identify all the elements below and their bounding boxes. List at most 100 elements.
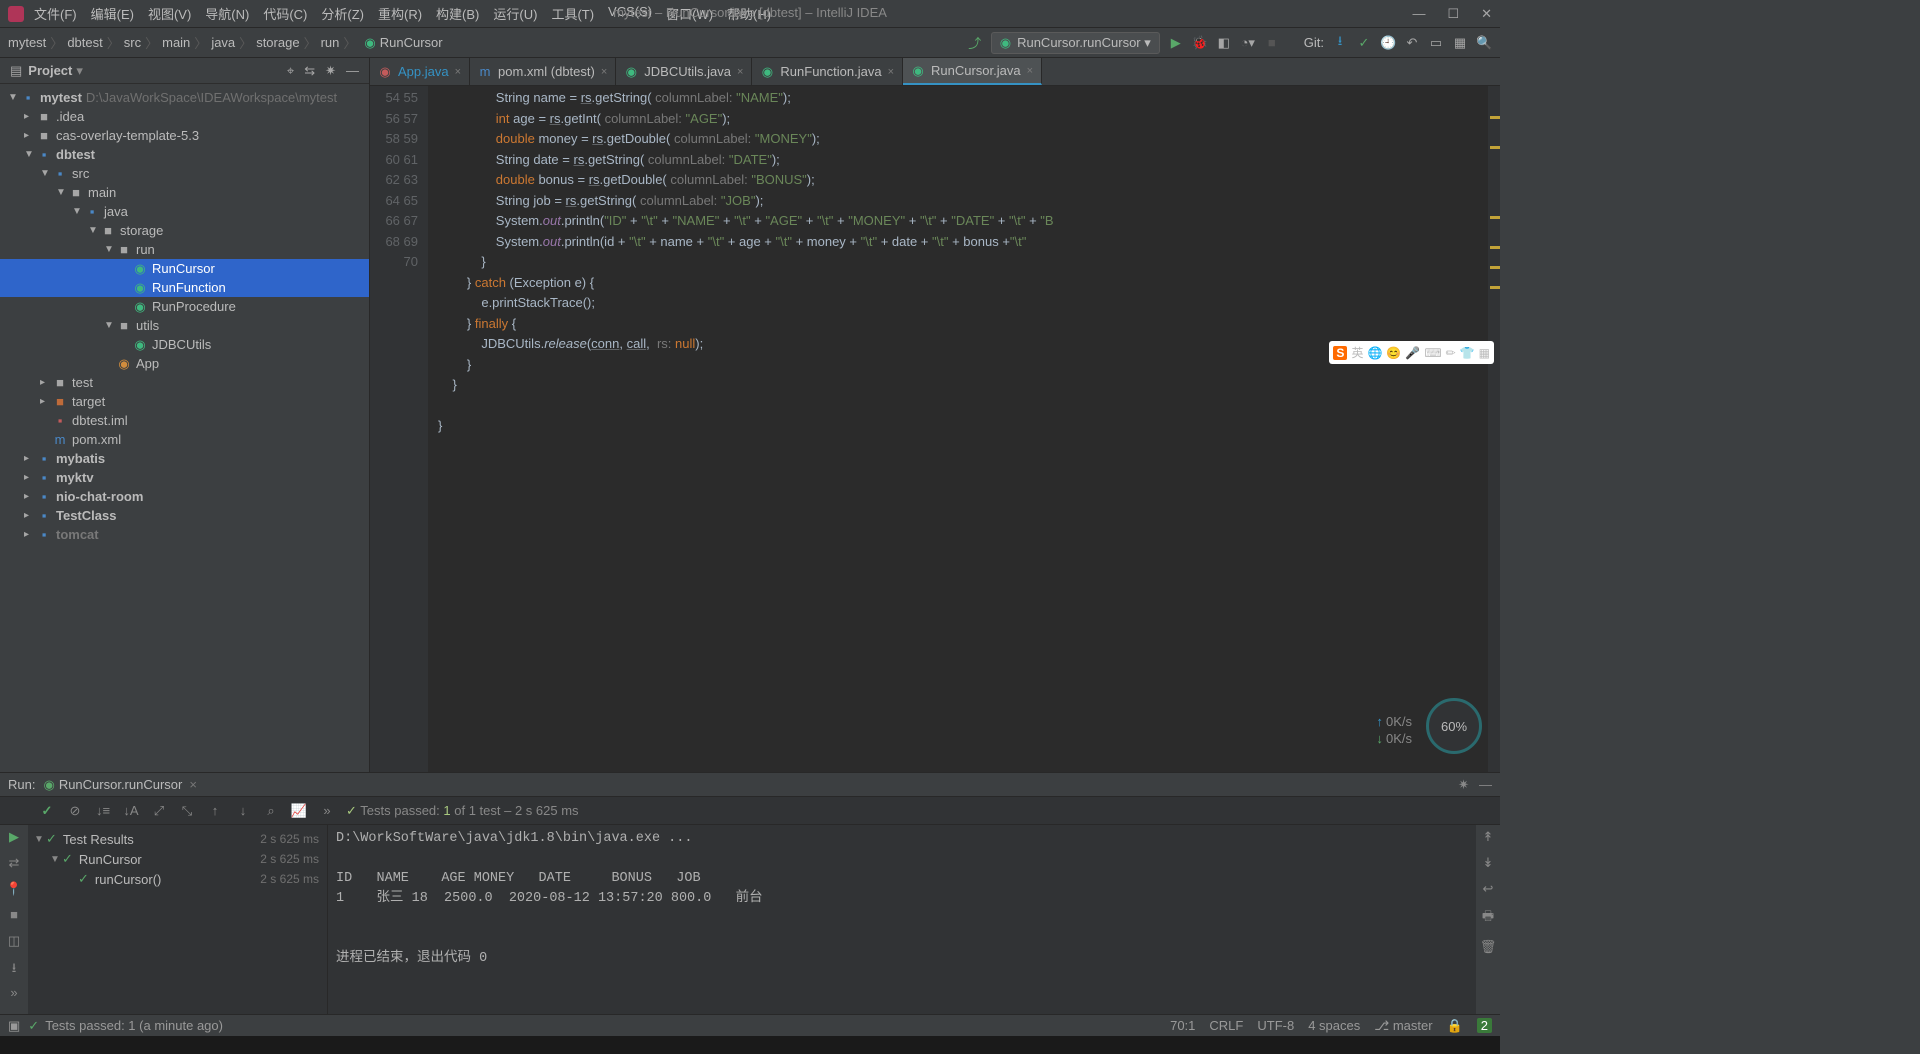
maximize-button[interactable]: ☐ xyxy=(1447,6,1459,22)
test-node[interactable]: ▼✓Test Results2 s 625 ms xyxy=(28,829,327,849)
collapse-icon[interactable]: ⤡ xyxy=(178,803,196,819)
menu-item[interactable]: 运行(U) xyxy=(493,4,537,23)
notifications-icon[interactable]: 2 xyxy=(1477,1018,1492,1033)
git-branch[interactable]: ⎇ master xyxy=(1374,1018,1432,1034)
tab-close-icon[interactable]: × xyxy=(1027,65,1033,77)
ide-settings-icon[interactable]: ▭ xyxy=(1428,35,1444,51)
sort-icon[interactable]: ↓≡ xyxy=(94,803,112,818)
marks-stripe[interactable] xyxy=(1488,86,1500,772)
run-config-tab[interactable]: ◉RunCursor.runCursor× xyxy=(43,777,196,793)
expand-all-icon[interactable]: ⇆ xyxy=(304,63,315,79)
lock-icon[interactable]: 🔒 xyxy=(1447,1018,1463,1034)
profile-button[interactable]: ◔▾ xyxy=(1240,35,1256,51)
run-config-combo[interactable]: RunCursor.runCursor ▾ xyxy=(991,32,1160,54)
dump-icon[interactable]: ⭳ xyxy=(12,959,17,975)
tree-node[interactable]: ◉JDBCUtils xyxy=(0,335,369,354)
close-button[interactable]: ✕ xyxy=(1481,6,1492,22)
tree-node[interactable]: ▼■run xyxy=(0,240,369,259)
expand-icon[interactable]: ⤢ xyxy=(150,803,168,819)
coverage-button[interactable]: ◧ xyxy=(1216,35,1232,51)
breadcrumb-item[interactable]: storage xyxy=(256,35,299,50)
test-tree[interactable]: ▼✓Test Results2 s 625 ms▼✓RunCursor2 s 6… xyxy=(28,825,328,1014)
more-icon[interactable]: » xyxy=(318,803,336,818)
settings-icon[interactable]: ✷ xyxy=(325,63,336,79)
code-editor[interactable]: 54 55 56 57 58 59 60 61 62 63 64 65 66 6… xyxy=(370,86,1500,772)
more2-icon[interactable]: » xyxy=(10,985,17,1001)
menu-item[interactable]: 构建(B) xyxy=(436,4,479,23)
soft-wrap-icon[interactable]: ↩ xyxy=(1483,881,1494,897)
tree-node[interactable]: ▸▪tomcat xyxy=(0,525,369,544)
git-history-icon[interactable]: 🕘 xyxy=(1380,35,1396,51)
layout-icon[interactable]: ◫ xyxy=(8,933,20,949)
tree-node[interactable]: ▼▪dbtest xyxy=(0,145,369,164)
tree-node[interactable]: ◉RunCursor xyxy=(0,259,369,278)
tool-windows-icon[interactable]: ▣ xyxy=(8,1018,20,1034)
tree-node[interactable]: ▼▪java xyxy=(0,202,369,221)
build-icon[interactable]: ⤴ xyxy=(967,33,983,52)
hide-panel-icon[interactable]: — xyxy=(346,63,359,79)
tree-node[interactable]: ▼▪mytest D:\JavaWorkSpace\IDEAWorkspace\… xyxy=(0,88,369,107)
encoding[interactable]: UTF-8 xyxy=(1257,1018,1294,1033)
stop-icon[interactable]: ■ xyxy=(10,907,18,923)
menu-item[interactable]: 导航(N) xyxy=(205,4,249,23)
breadcrumb-item[interactable]: src xyxy=(124,35,141,50)
editor-tab[interactable]: ◉App.java× xyxy=(370,58,470,85)
editor-tab[interactable]: mpom.xml (dbtest)× xyxy=(470,58,616,85)
tree-node[interactable]: ◉RunProcedure xyxy=(0,297,369,316)
scroll-top-icon[interactable]: ↟ xyxy=(1483,829,1494,845)
breadcrumb-item[interactable]: mytest xyxy=(8,35,46,50)
run-hide-icon[interactable]: — xyxy=(1479,777,1492,793)
menu-item[interactable]: 编辑(E) xyxy=(91,4,134,23)
tab-close-icon[interactable]: × xyxy=(455,66,461,78)
menu-item[interactable]: 代码(C) xyxy=(263,4,307,23)
git-commit-icon[interactable]: ✓ xyxy=(1356,35,1372,51)
project-tree[interactable]: ▼▪mytest D:\JavaWorkSpace\IDEAWorkspace\… xyxy=(0,84,369,772)
tree-node[interactable]: ▸▪TestClass xyxy=(0,506,369,525)
debug-button[interactable]: 🐞 xyxy=(1192,35,1208,51)
menu-item[interactable]: 视图(V) xyxy=(148,4,191,23)
prev-icon[interactable]: ↑ xyxy=(206,803,224,818)
tree-node[interactable]: ▼■storage xyxy=(0,221,369,240)
indent[interactable]: 4 spaces xyxy=(1308,1018,1360,1033)
tree-node[interactable]: ▸▪nio-chat-room xyxy=(0,487,369,506)
search-everywhere-icon[interactable]: 🔍 xyxy=(1476,35,1492,51)
menu-item[interactable]: 工具(T) xyxy=(551,4,594,23)
tree-node[interactable]: ▸▪mybatis xyxy=(0,449,369,468)
line-sep[interactable]: CRLF xyxy=(1209,1018,1243,1033)
select-opened-icon[interactable]: ⌖ xyxy=(287,63,294,79)
tree-node[interactable]: ▼■utils xyxy=(0,316,369,335)
rerun-icon[interactable]: ▶ xyxy=(9,829,19,845)
editor-tab[interactable]: ◉RunFunction.java× xyxy=(752,58,903,85)
tree-node[interactable]: ▸▪myktv xyxy=(0,468,369,487)
split-icon[interactable]: ▦ xyxy=(1452,35,1468,51)
breadcrumb-item[interactable]: run xyxy=(321,35,340,50)
git-pull-icon[interactable]: ⭳ xyxy=(1332,32,1348,54)
tree-node[interactable]: ▼■main xyxy=(0,183,369,202)
sort-alpha-icon[interactable]: ↓A xyxy=(122,803,140,818)
breadcrumb-class[interactable]: RunCursor xyxy=(380,35,443,50)
next-icon[interactable]: ↓ xyxy=(234,803,252,818)
show-ignored-icon[interactable]: ⊘ xyxy=(66,803,84,819)
export-icon[interactable]: 📈 xyxy=(290,803,308,819)
clear-icon[interactable]: 🗑 xyxy=(1480,939,1497,955)
stop-button[interactable]: ■ xyxy=(1264,35,1280,50)
run-button[interactable]: ▶ xyxy=(1168,35,1184,51)
console-output[interactable]: D:\WorkSoftWare\java\jdk1.8\bin\java.exe… xyxy=(328,825,1476,1014)
show-passed-icon[interactable]: ✓ xyxy=(38,803,56,819)
ime-toolbar[interactable]: S 英🌐😊🎤⌨✏👕▦ xyxy=(1329,341,1494,364)
menu-item[interactable]: 重构(R) xyxy=(378,4,422,23)
editor-tab[interactable]: ◉RunCursor.java× xyxy=(903,58,1042,85)
test-node[interactable]: ▼✓RunCursor2 s 625 ms xyxy=(28,849,327,869)
tree-node[interactable]: ▸■test xyxy=(0,373,369,392)
editor-tab[interactable]: ◉JDBCUtils.java× xyxy=(616,58,752,85)
caret-pos[interactable]: 70:1 xyxy=(1170,1018,1195,1033)
tree-node[interactable]: ▼▪src xyxy=(0,164,369,183)
filter-icon[interactable]: ⌕ xyxy=(262,803,280,819)
code-content[interactable]: String name = rs.getString( columnLabel:… xyxy=(428,86,1488,772)
minimize-button[interactable]: — xyxy=(1412,6,1425,22)
git-revert-icon[interactable]: ↶ xyxy=(1404,35,1420,51)
tree-node[interactable]: ◉App xyxy=(0,354,369,373)
scroll-bottom-icon[interactable]: ↡ xyxy=(1483,855,1494,871)
breadcrumb-item[interactable]: java xyxy=(211,35,235,50)
tree-node[interactable]: ▸■cas-overlay-template-5.3 xyxy=(0,126,369,145)
